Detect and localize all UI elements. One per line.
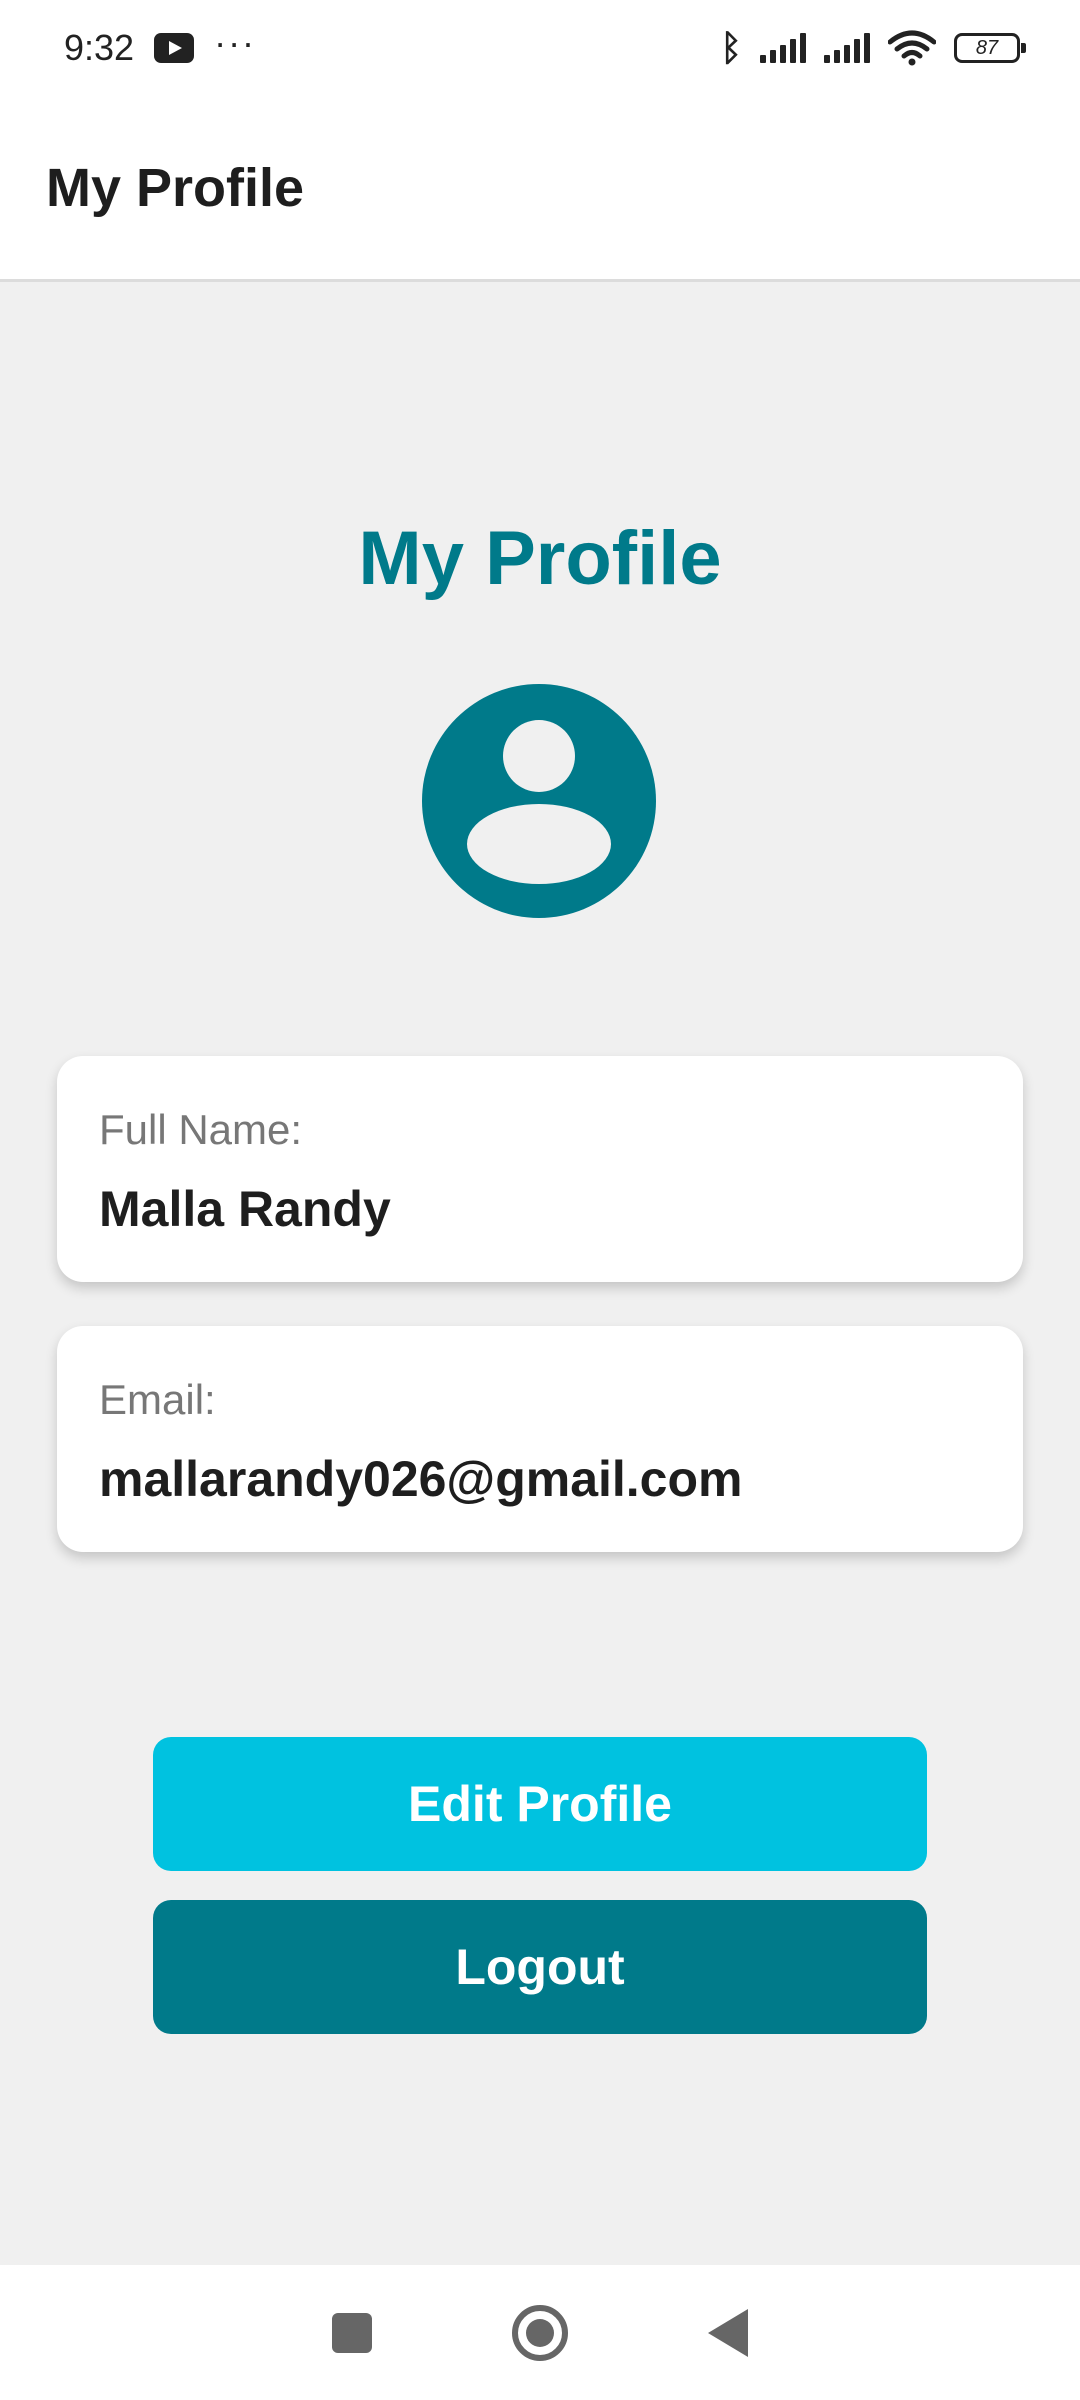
email-value: mallarandy026@gmail.com <box>99 1451 743 1507</box>
page-title: My Profile <box>358 516 722 601</box>
full-name-card: Full Name: Malla Randy <box>57 1056 1023 1282</box>
youtube-icon <box>154 33 195 63</box>
edit-profile-button[interactable]: Edit Profile <box>153 1737 927 1871</box>
home-circle-icon[interactable] <box>512 2304 568 2361</box>
app-bar: My Profile <box>0 96 1080 282</box>
app-bar-title: My Profile <box>46 157 305 218</box>
battery-level: 87 <box>975 36 999 59</box>
signal-icon <box>824 33 870 63</box>
account-circle-icon <box>422 684 656 918</box>
full-name-value: Malla Randy <box>99 1181 391 1237</box>
logout-button[interactable]: Logout <box>153 1900 927 2034</box>
more-dots-icon: ··· <box>214 22 257 63</box>
profile-screen: 9:32 ··· ᛒ 87 My Profile My Profile Full… <box>0 0 1080 2400</box>
email-card: Email: mallarandy026@gmail.com <box>57 1326 1023 1552</box>
status-bar: 9:32 ··· ᛒ 87 <box>0 0 1080 96</box>
email-label: Email: <box>99 1376 216 1423</box>
signal-icon <box>760 33 806 63</box>
recents-square-icon[interactable] <box>332 2312 372 2353</box>
wifi-icon <box>888 30 936 66</box>
status-right: ᛒ 87 <box>720 27 1026 69</box>
bluetooth-icon: ᛒ <box>720 27 742 68</box>
status-left: 9:32 ··· <box>64 22 256 69</box>
battery-icon: 87 <box>954 33 1026 63</box>
full-name-label: Full Name: <box>99 1106 303 1153</box>
status-time: 9:32 <box>64 27 135 68</box>
back-triangle-icon[interactable] <box>708 2308 748 2357</box>
system-nav-bar <box>0 2265 1080 2400</box>
